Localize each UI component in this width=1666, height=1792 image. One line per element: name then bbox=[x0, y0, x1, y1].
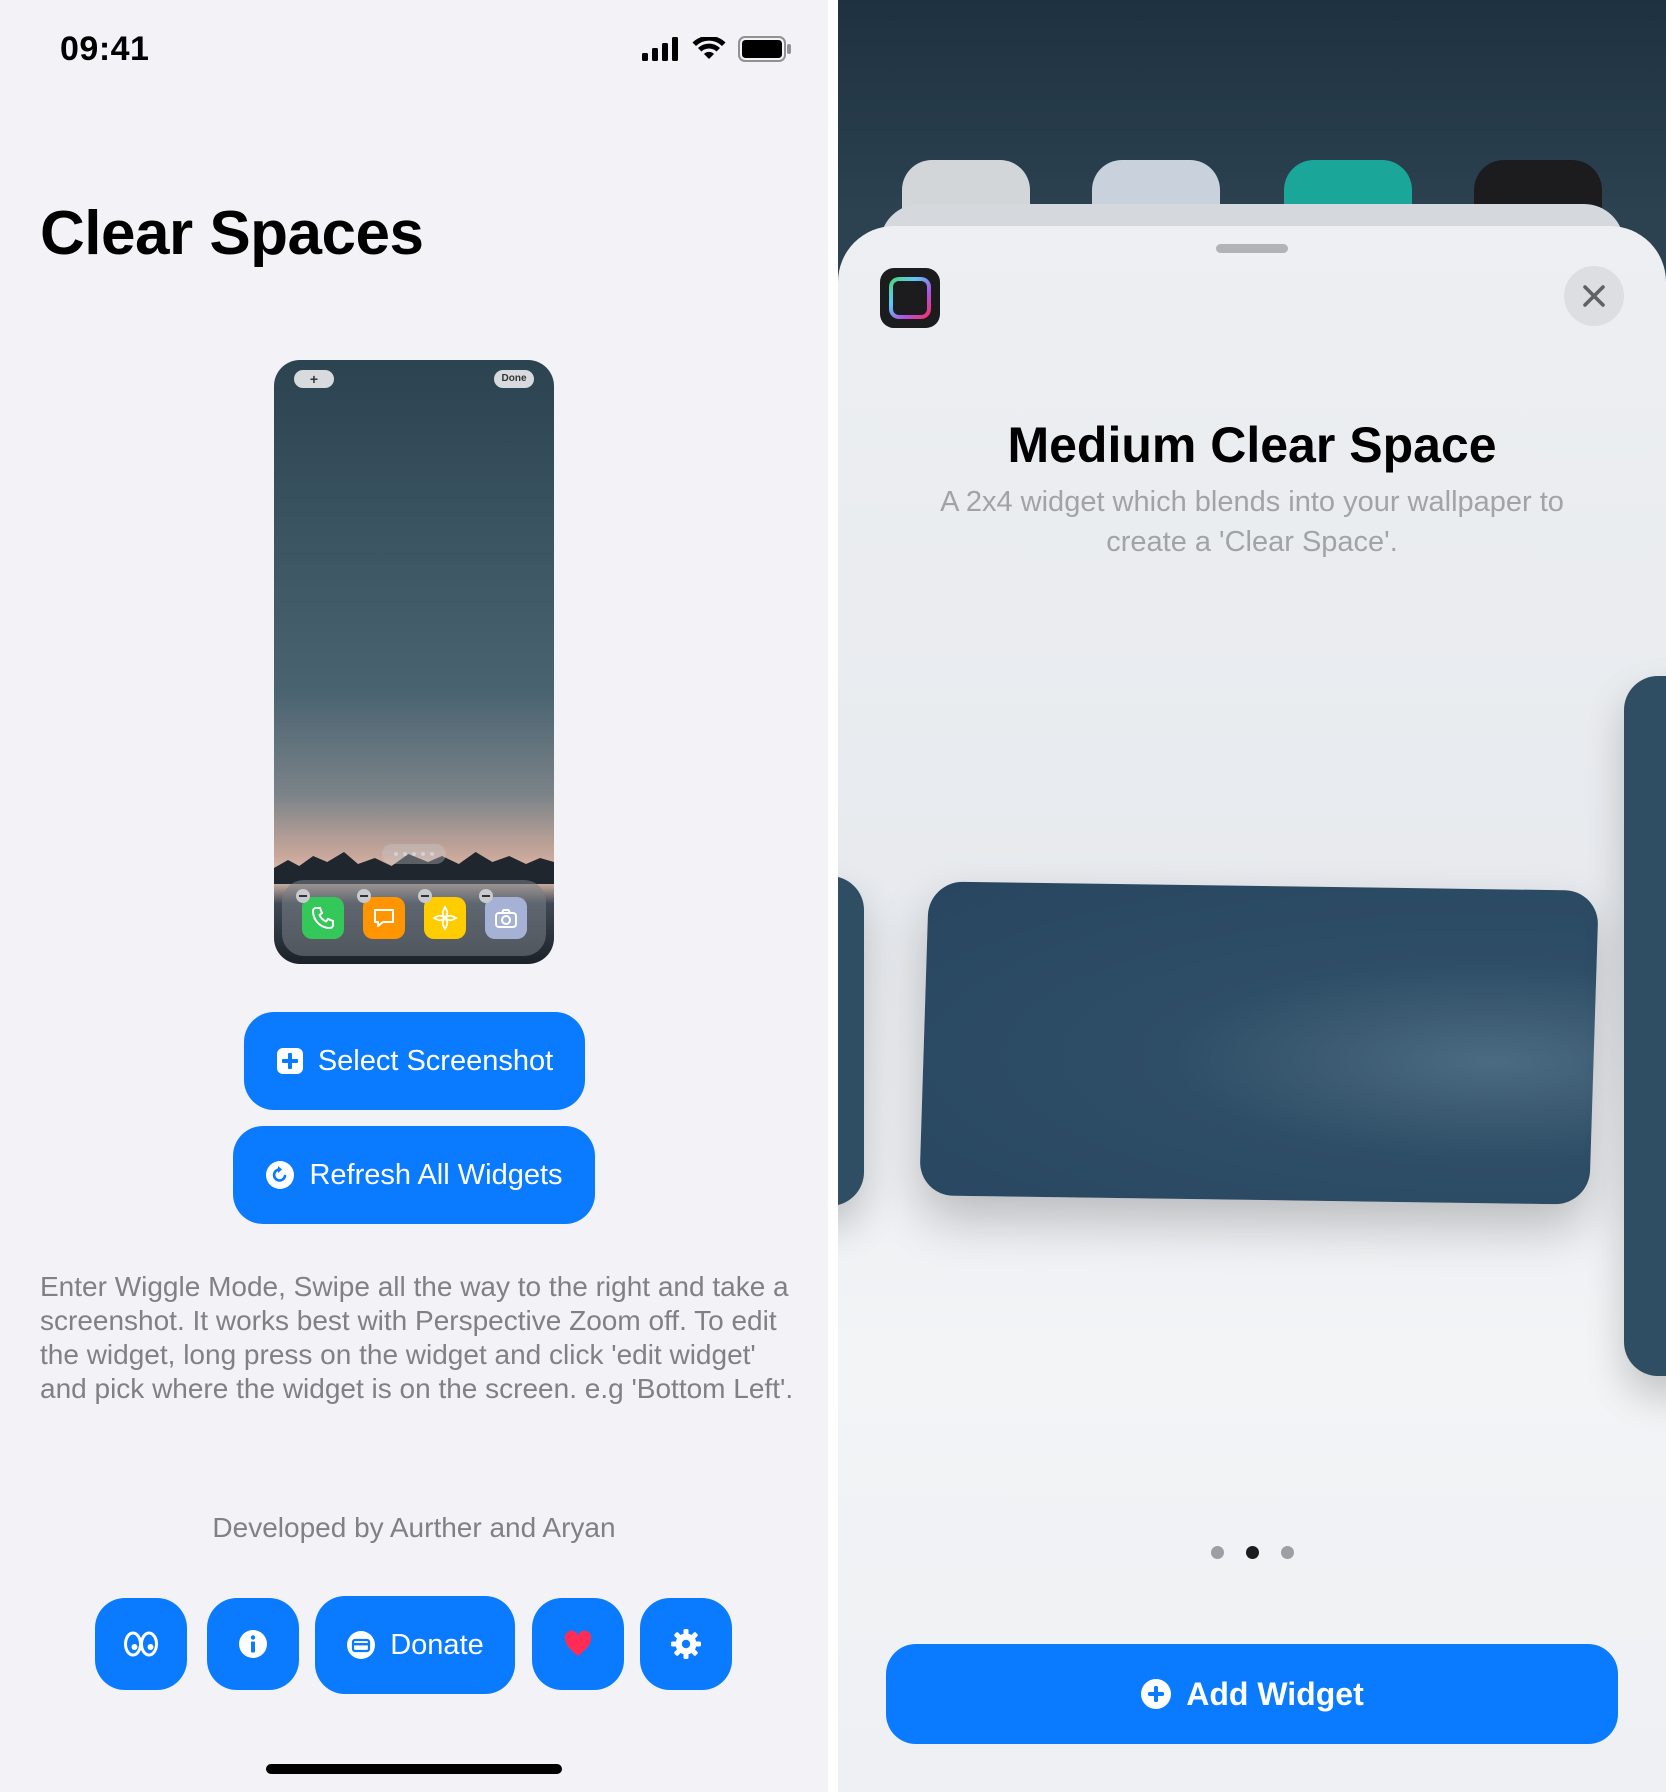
status-time: 09:41 bbox=[60, 30, 150, 68]
donate-label: Donate bbox=[390, 1628, 484, 1661]
phone-app-icon bbox=[295, 889, 344, 939]
page-dot[interactable] bbox=[1280, 1546, 1294, 1559]
status-icons bbox=[642, 36, 792, 62]
photos-app-icon bbox=[417, 889, 466, 939]
info-icon bbox=[239, 1630, 267, 1658]
instructions-text: Enter Wiggle Mode, Swipe all the way to … bbox=[40, 1271, 794, 1404]
select-screenshot-button[interactable]: Select Screenshot bbox=[244, 1012, 585, 1110]
widget-description: A 2x4 widget which blends into your wall… bbox=[940, 486, 1564, 558]
page-dot-active[interactable] bbox=[1245, 1546, 1259, 1559]
settings-button[interactable] bbox=[640, 1598, 732, 1690]
preview-dock bbox=[282, 880, 546, 956]
eyes-button[interactable] bbox=[95, 1598, 187, 1690]
eyes-icon bbox=[124, 1631, 158, 1657]
preview-done-button: Done bbox=[494, 370, 534, 388]
donate-icon bbox=[347, 1631, 376, 1659]
left-screen: 09:41 Clear Spaces + Done Select Screens… bbox=[0, 0, 828, 1792]
heart-icon bbox=[564, 1630, 592, 1656]
close-button[interactable] bbox=[1564, 266, 1624, 326]
close-icon bbox=[1583, 285, 1605, 307]
gear-icon bbox=[671, 1629, 701, 1659]
favorite-button[interactable] bbox=[532, 1598, 624, 1690]
info-button[interactable] bbox=[207, 1598, 299, 1690]
wifi-icon bbox=[692, 37, 726, 59]
previous-widget-preview[interactable] bbox=[838, 876, 864, 1206]
screenshot-preview: + Done bbox=[274, 360, 554, 964]
widget-title: Medium Clear Space bbox=[1007, 417, 1497, 473]
camera-app-icon bbox=[478, 889, 527, 939]
messages-app-icon bbox=[356, 889, 405, 939]
refresh-all-widgets-label: Refresh All Widgets bbox=[309, 1158, 563, 1191]
add-widget-button[interactable]: Add Widget bbox=[886, 1644, 1618, 1744]
home-indicator bbox=[266, 1764, 562, 1774]
preview-page-dots bbox=[382, 844, 446, 864]
select-screenshot-label: Select Screenshot bbox=[317, 1044, 554, 1077]
page-title: Clear Spaces bbox=[40, 199, 424, 268]
donate-button[interactable]: Donate bbox=[315, 1596, 515, 1694]
plus-circle-icon bbox=[1141, 1679, 1172, 1709]
plus-square-icon bbox=[276, 1048, 303, 1074]
refresh-icon bbox=[266, 1161, 295, 1189]
screen-divider bbox=[828, 0, 838, 1792]
cellular-signal-icon bbox=[642, 37, 678, 61]
next-widget-preview[interactable] bbox=[1624, 676, 1666, 1376]
medium-widget-preview[interactable] bbox=[919, 881, 1599, 1205]
page-indicator[interactable] bbox=[838, 1546, 1666, 1559]
battery-icon bbox=[738, 36, 791, 62]
bottom-action-bar: Donate bbox=[0, 1596, 828, 1694]
preview-add-button: + bbox=[294, 370, 334, 388]
page-dot[interactable] bbox=[1210, 1546, 1224, 1559]
widget-gallery-sheet: Medium Clear Space A 2x4 widget which bl… bbox=[838, 226, 1666, 1792]
clear-spaces-app-icon bbox=[880, 268, 940, 328]
right-screen: Medium Clear Space A 2x4 widget which bl… bbox=[838, 0, 1666, 1792]
add-widget-label: Add Widget bbox=[1186, 1675, 1364, 1712]
sheet-grabber[interactable] bbox=[1216, 244, 1288, 253]
developer-credit: Developed by Aurther and Aryan bbox=[212, 1512, 616, 1543]
refresh-all-widgets-button[interactable]: Refresh All Widgets bbox=[233, 1126, 595, 1224]
